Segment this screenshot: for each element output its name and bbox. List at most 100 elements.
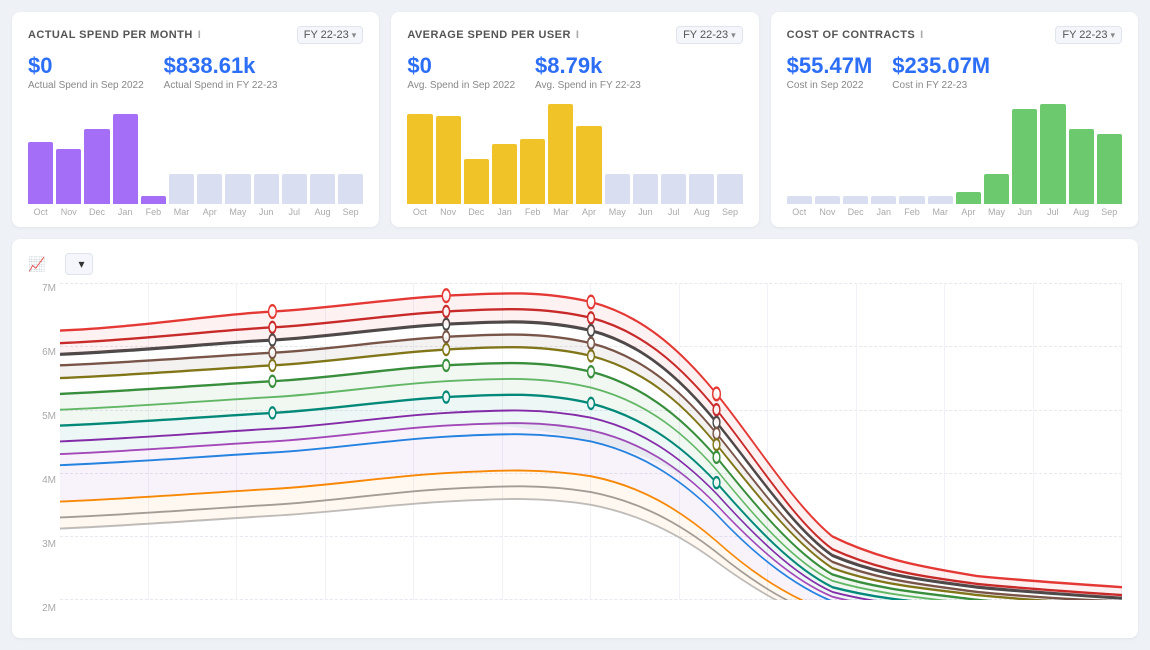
- bar-label-cost-contracts-9: Jul: [1047, 207, 1059, 217]
- bar-wrapper-cost-contracts-2: Dec: [843, 196, 868, 217]
- bar-cost-contracts-3[interactable]: [871, 196, 896, 204]
- dashboard: ACTUAL SPEND PER MONTH i FY 22-23 ▾ $0 A…: [0, 0, 1150, 650]
- bar-actual-spend-6[interactable]: [197, 174, 222, 204]
- bar-avg-spend-10[interactable]: [689, 174, 714, 204]
- bar-label-cost-contracts-10: Aug: [1073, 207, 1089, 217]
- bar-actual-spend-11[interactable]: [338, 174, 363, 204]
- line-chart-container: 7M 6M 5M 4M 3M 2M: [28, 283, 1122, 618]
- fy-selector-avg-spend[interactable]: FY 22-23 ▾: [676, 26, 743, 44]
- bar-label-cost-contracts-7: May: [988, 207, 1005, 217]
- fy-label-avg-spend: FY 22-23: [683, 29, 728, 41]
- bar-wrapper-actual-spend-10: Aug: [310, 174, 335, 217]
- bar-actual-spend-8[interactable]: [254, 174, 279, 204]
- bar-chart-avg-spend: OctNovDecJanFebMarAprMayJunJulAugSep: [407, 97, 742, 217]
- bar-label-avg-spend-1: Nov: [440, 207, 456, 217]
- bar-label-cost-contracts-11: Sep: [1101, 207, 1117, 217]
- bar-label-actual-spend-2: Dec: [89, 207, 105, 217]
- info-icon-cost-contracts[interactable]: i: [920, 29, 924, 41]
- metrics-row-avg-spend: $0 Avg. Spend in Sep 2022 $8.79k Avg. Sp…: [407, 54, 742, 91]
- metric-group-2-actual-spend: $838.61k Actual Spend in FY 22-23: [164, 54, 278, 91]
- bar-actual-spend-0[interactable]: [28, 142, 53, 204]
- bar-chart-cost-contracts: OctNovDecJanFebMarAprMayJunJulAugSep: [787, 97, 1122, 217]
- bar-actual-spend-5[interactable]: [169, 174, 194, 204]
- bar-chart-actual-spend: OctNovDecJanFebMarAprMayJunJulAugSep: [28, 97, 363, 217]
- bar-wrapper-avg-spend-6: Apr: [576, 126, 601, 217]
- bar-actual-spend-7[interactable]: [225, 174, 250, 204]
- bar-label-actual-spend-0: Oct: [34, 207, 48, 217]
- card-title-cost-contracts: COST OF CONTRACTS i: [787, 29, 924, 41]
- bar-wrapper-avg-spend-9: Jul: [661, 174, 686, 217]
- bar-cost-contracts-7[interactable]: [984, 174, 1009, 204]
- bar-avg-spend-6[interactable]: [576, 126, 601, 204]
- metric-value-2-cost-contracts: $235.07M: [892, 54, 990, 78]
- bar-wrapper-cost-contracts-10: Aug: [1069, 129, 1094, 217]
- bar-cost-contracts-6[interactable]: [956, 192, 981, 204]
- bar-cost-contracts-11[interactable]: [1097, 134, 1122, 204]
- bar-wrapper-avg-spend-0: Oct: [407, 114, 432, 217]
- chart-area: [60, 283, 1122, 618]
- bar-label-avg-spend-5: Mar: [553, 207, 569, 217]
- info-icon-avg-spend[interactable]: i: [576, 29, 580, 41]
- bar-cost-contracts-10[interactable]: [1069, 129, 1094, 204]
- fy-label-actual-spend: FY 22-23: [304, 29, 349, 41]
- metric-label-2-actual-spend: Actual Spend in FY 22-23: [164, 80, 278, 91]
- metric-label-2-cost-contracts: Cost in FY 22-23: [892, 80, 990, 91]
- bar-cost-contracts-1[interactable]: [815, 196, 840, 204]
- bar-wrapper-cost-contracts-7: May: [984, 174, 1009, 217]
- bar-label-avg-spend-7: May: [609, 207, 626, 217]
- bar-label-avg-spend-10: Aug: [694, 207, 710, 217]
- bar-avg-spend-8[interactable]: [633, 174, 658, 204]
- metric-group-1-cost-contracts: $55.47M Cost in Sep 2022: [787, 54, 873, 91]
- bar-label-avg-spend-8: Jun: [638, 207, 653, 217]
- metric-group-1-avg-spend: $0 Avg. Spend in Sep 2022: [407, 54, 515, 91]
- bar-avg-spend-1[interactable]: [436, 116, 461, 204]
- bar-actual-spend-3[interactable]: [113, 114, 138, 204]
- bar-wrapper-actual-spend-1: Nov: [56, 149, 81, 217]
- bar-cost-contracts-5[interactable]: [928, 196, 953, 204]
- bar-avg-spend-3[interactable]: [492, 144, 517, 204]
- bar-wrapper-cost-contracts-11: Sep: [1097, 134, 1122, 217]
- bar-cost-contracts-9[interactable]: [1040, 104, 1065, 204]
- bar-actual-spend-4[interactable]: [141, 196, 166, 204]
- bar-wrapper-avg-spend-1: Nov: [436, 116, 461, 217]
- bar-label-actual-spend-7: May: [229, 207, 246, 217]
- bar-wrapper-actual-spend-11: Sep: [338, 174, 363, 217]
- bar-avg-spend-7[interactable]: [605, 174, 630, 204]
- metrics-row-actual-spend: $0 Actual Spend in Sep 2022 $838.61k Act…: [28, 54, 363, 91]
- bar-cost-contracts-8[interactable]: [1012, 109, 1037, 204]
- bar-wrapper-actual-spend-3: Jan: [113, 114, 138, 217]
- info-icon-actual-spend[interactable]: i: [198, 29, 202, 41]
- metric-group-2-cost-contracts: $235.07M Cost in FY 22-23: [892, 54, 990, 91]
- bar-wrapper-avg-spend-10: Aug: [689, 174, 714, 217]
- bar-avg-spend-9[interactable]: [661, 174, 686, 204]
- bar-label-actual-spend-4: Feb: [146, 207, 162, 217]
- bar-avg-spend-0[interactable]: [407, 114, 432, 204]
- bar-wrapper-cost-contracts-4: Feb: [899, 196, 924, 217]
- bar-actual-spend-1[interactable]: [56, 149, 81, 204]
- bar-label-avg-spend-11: Sep: [722, 207, 738, 217]
- bar-label-actual-spend-10: Aug: [314, 207, 330, 217]
- bar-cost-contracts-0[interactable]: [787, 196, 812, 204]
- bar-label-actual-spend-11: Sep: [343, 207, 359, 217]
- metric-group-2-avg-spend: $8.79k Avg. Spend in FY 22-23: [535, 54, 641, 91]
- department-selector[interactable]: ▾: [65, 253, 93, 275]
- bar-avg-spend-5[interactable]: [548, 104, 573, 204]
- bar-wrapper-cost-contracts-9: Jul: [1040, 104, 1065, 217]
- chevron-down-icon-cost-contracts: ▾: [1110, 30, 1115, 41]
- fy-selector-cost-contracts[interactable]: FY 22-23 ▾: [1055, 26, 1122, 44]
- y-label-2m: 2M: [28, 603, 56, 614]
- bar-label-cost-contracts-8: Jun: [1017, 207, 1032, 217]
- bar-cost-contracts-4[interactable]: [899, 196, 924, 204]
- fy-selector-actual-spend[interactable]: FY 22-23 ▾: [297, 26, 364, 44]
- card-cost-contracts: COST OF CONTRACTS i FY 22-23 ▾ $55.47M C…: [771, 12, 1138, 227]
- bar-actual-spend-10[interactable]: [310, 174, 335, 204]
- bar-avg-spend-2[interactable]: [464, 159, 489, 204]
- card-header-cost-contracts: COST OF CONTRACTS i FY 22-23 ▾: [787, 26, 1122, 44]
- bar-actual-spend-2[interactable]: [84, 129, 109, 204]
- bar-wrapper-avg-spend-5: Mar: [548, 104, 573, 217]
- bar-cost-contracts-2[interactable]: [843, 196, 868, 204]
- bar-wrapper-cost-contracts-3: Jan: [871, 196, 896, 217]
- bar-avg-spend-4[interactable]: [520, 139, 545, 204]
- bar-avg-spend-11[interactable]: [717, 174, 742, 204]
- bar-actual-spend-9[interactable]: [282, 174, 307, 204]
